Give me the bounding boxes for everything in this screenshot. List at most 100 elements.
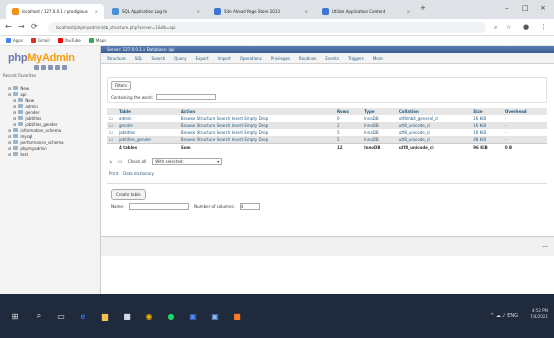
- check-all-checkbox[interactable]: ☐: [118, 159, 122, 164]
- expand-icon[interactable]: ⊟: [13, 116, 16, 121]
- browser-tab-2[interactable]: SQL Application Log-In ×: [106, 4, 206, 19]
- row-checkbox[interactable]: ☐: [107, 136, 117, 144]
- action-browse[interactable]: Browse: [181, 123, 196, 128]
- app-icon[interactable]: ▣: [210, 311, 220, 321]
- column-header-rows[interactable]: Rows: [334, 108, 363, 115]
- tab-query[interactable]: Query: [174, 56, 186, 61]
- action-browse[interactable]: Browse: [181, 137, 196, 142]
- action-structure[interactable]: Structure: [197, 116, 216, 121]
- zoom-icon[interactable]: ⌕: [494, 24, 497, 32]
- column-header-overhead[interactable]: Overhead: [502, 108, 547, 115]
- action-empty[interactable]: Empty: [244, 137, 257, 142]
- table-name-input[interactable]: [129, 203, 190, 210]
- tab-privileges[interactable]: Privileges: [271, 56, 290, 61]
- expand-icon[interactable]: ⊟: [8, 86, 11, 91]
- expand-icon[interactable]: ⊟: [8, 140, 11, 145]
- table-name-link[interactable]: jobtitles: [117, 129, 179, 136]
- bookmark-maps[interactable]: Maps: [88, 38, 106, 43]
- expand-icon[interactable]: ⊟: [8, 92, 11, 97]
- action-structure[interactable]: Structure: [197, 123, 216, 128]
- action-insert[interactable]: Insert: [232, 130, 243, 135]
- expand-icon[interactable]: ⊟: [13, 104, 16, 109]
- action-structure[interactable]: Structure: [197, 130, 216, 135]
- breadcrumb-text[interactable]: Server: 127.0.0.1 » Database: api: [107, 47, 175, 52]
- start-icon[interactable]: ⊞: [10, 311, 20, 321]
- data-dictionary-link[interactable]: Data dictionary: [123, 171, 154, 176]
- file-explorer-icon[interactable]: ▆: [100, 311, 110, 321]
- action-search[interactable]: Search: [217, 116, 231, 121]
- row-checkbox[interactable]: ☐: [107, 115, 117, 122]
- profile-icon[interactable]: ●: [523, 23, 529, 31]
- docs-icon[interactable]: [48, 65, 53, 70]
- close-window-button[interactable]: ×: [540, 4, 546, 12]
- new-tab-icon[interactable]: +: [420, 4, 426, 12]
- action-search[interactable]: Search: [217, 130, 231, 135]
- tab-export[interactable]: Export: [195, 56, 208, 61]
- menu-icon[interactable]: ⋮: [540, 23, 547, 31]
- maximize-button[interactable]: □: [522, 4, 529, 12]
- row-checkbox[interactable]: ☐: [107, 129, 117, 136]
- column-header-type[interactable]: Type: [362, 108, 397, 115]
- row-checkbox[interactable]: ☐: [107, 122, 117, 129]
- tab-search[interactable]: Search: [152, 56, 166, 61]
- filters-button[interactable]: Filters: [111, 81, 131, 90]
- settings-icon[interactable]: [55, 65, 60, 70]
- edge-icon[interactable]: e: [78, 311, 88, 321]
- bookmark-youtube[interactable]: YouTube: [57, 38, 81, 43]
- close-tab-icon[interactable]: ×: [407, 9, 410, 14]
- tab-operations[interactable]: Operations: [240, 56, 262, 61]
- action-empty[interactable]: Empty: [244, 130, 257, 135]
- column-header-size[interactable]: Size: [471, 108, 503, 115]
- action-insert[interactable]: Insert: [232, 116, 243, 121]
- tab-more[interactable]: More: [373, 56, 383, 61]
- console-toggle-icon[interactable]: —: [542, 243, 548, 250]
- action-empty[interactable]: Empty: [244, 116, 257, 121]
- close-tab-icon[interactable]: ×: [197, 9, 200, 14]
- action-drop[interactable]: Drop: [259, 123, 269, 128]
- reload-icon[interactable]: ⟳: [31, 22, 38, 31]
- home-icon[interactable]: [34, 65, 39, 70]
- with-selected-dropdown[interactable]: With selected: ▾: [152, 158, 223, 165]
- action-browse[interactable]: Browse: [181, 130, 196, 135]
- tab-sql[interactable]: SQL: [135, 56, 143, 61]
- action-search[interactable]: Search: [217, 123, 231, 128]
- expand-icon[interactable]: ⊟: [13, 110, 16, 115]
- bookmark-apps[interactable]: Apps: [6, 38, 23, 43]
- table-name-link[interactable]: gender: [117, 122, 179, 129]
- clock[interactable]: 4:52 PM 7/4/2021: [530, 308, 548, 320]
- address-bar[interactable]: localhost/phpmyadmin/db_structure.php?se…: [48, 22, 486, 33]
- expand-icon[interactable]: ⊟: [13, 122, 16, 127]
- expand-icon[interactable]: ⊟: [13, 98, 16, 103]
- back-icon[interactable]: ←: [5, 22, 12, 31]
- table-name-link[interactable]: jobtitles_gender: [117, 136, 179, 144]
- close-tab-icon[interactable]: ×: [305, 9, 308, 14]
- reload-nav-icon[interactable]: [62, 65, 67, 70]
- action-empty[interactable]: Empty: [244, 123, 257, 128]
- browser-tab-3[interactable]: Site Ahead Page Store 2013 ×: [208, 4, 314, 19]
- tree-node[interactable]: ⊟ test: [3, 151, 99, 157]
- chrome-icon[interactable]: ◉: [144, 311, 154, 321]
- recent-favorites-tabs[interactable]: Recent Favorites: [3, 73, 36, 78]
- action-insert[interactable]: Insert: [232, 123, 243, 128]
- column-header-table[interactable]: Table: [117, 108, 179, 115]
- logout-icon[interactable]: [41, 65, 46, 70]
- table-name-link[interactable]: admin: [117, 115, 179, 122]
- column-count-input[interactable]: 4: [239, 203, 260, 210]
- system-tray-icons[interactable]: ^ ☁ ♪ ENG: [490, 313, 518, 319]
- task-view-icon[interactable]: ▭: [56, 311, 66, 321]
- store-icon[interactable]: ■: [122, 311, 132, 321]
- action-drop[interactable]: Drop: [259, 137, 269, 142]
- action-drop[interactable]: Drop: [259, 130, 269, 135]
- create-table-button[interactable]: Create table: [111, 189, 146, 200]
- action-browse[interactable]: Browse: [181, 116, 196, 121]
- star-icon[interactable]: ☆: [506, 24, 511, 31]
- action-search[interactable]: Search: [217, 137, 231, 142]
- expand-icon[interactable]: ⊟: [8, 152, 11, 157]
- phpmyadmin-logo[interactable]: phpMyAdmin: [8, 52, 75, 64]
- tab-triggers[interactable]: Triggers: [348, 56, 364, 61]
- sql-console-bar[interactable]: —: [101, 236, 554, 256]
- xampp-icon[interactable]: ■: [232, 311, 242, 321]
- action-insert[interactable]: Insert: [232, 137, 243, 142]
- tab-structure[interactable]: Structure: [107, 56, 126, 61]
- forward-icon[interactable]: →: [18, 22, 25, 31]
